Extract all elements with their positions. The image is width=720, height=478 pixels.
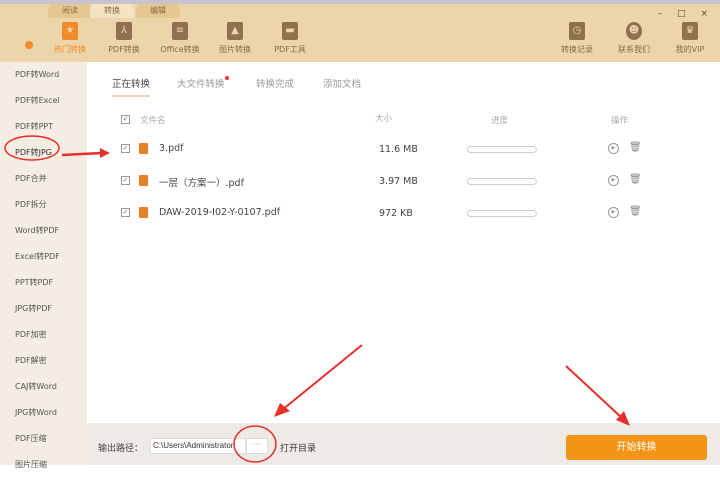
notification-dot: [224, 76, 229, 80]
pdf-icon: ⅄: [116, 22, 132, 40]
browse-button[interactable]: ···: [246, 438, 268, 454]
tool-label: 我的VIP: [675, 45, 705, 54]
tool-contact[interactable]: ☻ 联系我们: [606, 22, 662, 55]
file-name: 3.pdf: [159, 143, 184, 154]
history-icon: ◷: [569, 22, 585, 40]
col-progress: 进度: [491, 116, 509, 126]
output-path-input[interactable]: C:\Users\Administrator: [150, 438, 246, 454]
tool-history[interactable]: ◷ 转换记录: [549, 22, 605, 55]
progress-bar: [467, 210, 537, 217]
sidebar-item[interactable]: JPG转Word: [0, 400, 87, 426]
document-icon: ≡: [172, 22, 188, 40]
pdf-file-icon: [139, 175, 148, 186]
tab-edit[interactable]: 编辑: [136, 4, 180, 18]
file-row: ✓ DAW-2019-I02-Y-0107.pdf 972 KB ▶ 🗑: [87, 204, 720, 224]
sidebar-item[interactable]: PDF加密: [0, 322, 87, 348]
sidebar-item[interactable]: Word转PDF: [0, 218, 87, 244]
col-actions: 操作: [611, 116, 629, 126]
file-checkbox[interactable]: ✓: [121, 144, 130, 153]
trash-icon[interactable]: 🗑: [629, 206, 642, 217]
main-panel: 正在转换 大文件转换 转换完成 添加文档 ✓ 文件名 大小 进度 操作 ✓ 3.p…: [87, 62, 720, 423]
file-size: 11.6 MB: [379, 144, 418, 155]
tab-convert[interactable]: 转换: [90, 4, 134, 18]
play-icon[interactable]: ▶: [608, 175, 619, 186]
support-icon: ☻: [626, 22, 642, 40]
tool-label: Office转换: [160, 45, 200, 54]
play-icon[interactable]: ▶: [608, 207, 619, 218]
trash-icon[interactable]: 🗑: [629, 142, 642, 153]
tool-label: PDF转换: [108, 45, 140, 54]
window-controls[interactable]: – □ ×: [658, 9, 714, 19]
bottom-bar: 输出路径： C:\Users\Administrator ··· 打开目录 开始…: [87, 423, 720, 465]
tool-label: PDF工具: [274, 45, 306, 54]
sidebar: PDF转Word PDF转Excel PDF转PPT PDF转JPG PDF合并 PDF拆…: [0, 62, 87, 469]
sidebar-item[interactable]: PDF转Excel: [0, 88, 87, 114]
file-checkbox[interactable]: ✓: [121, 176, 130, 185]
sidebar-item[interactable]: PDF转PPT: [0, 114, 87, 140]
sidebar-item[interactable]: PPT转PDF: [0, 270, 87, 296]
tool-label: 热门转换: [54, 45, 86, 54]
file-size: 972 KB: [379, 208, 413, 219]
file-size: 3.97 MB: [379, 176, 418, 187]
sidebar-item[interactable]: PDF压缩: [0, 426, 87, 452]
crown-icon: ♛: [682, 22, 698, 40]
trash-icon[interactable]: 🗑: [629, 174, 642, 185]
tab-add-document[interactable]: 添加文档: [323, 76, 361, 90]
sidebar-item[interactable]: PDF合并: [0, 166, 87, 192]
tool-vip[interactable]: ♛ 我的VIP: [662, 22, 718, 55]
pdf-file-icon: [139, 143, 148, 154]
tab-label: 大文件转换: [177, 79, 225, 90]
tab-converting[interactable]: 正在转换: [112, 76, 151, 97]
play-icon[interactable]: ▶: [608, 143, 619, 154]
toolbar-header: 阅读 转换 编辑 ★ 热门转换 ⅄ PDF转换 ≡ Office转换 ▲ 图片转换 ▬ P…: [0, 4, 720, 62]
sidebar-item[interactable]: Excel转PDF: [0, 244, 87, 270]
col-size: 大小: [375, 114, 393, 124]
tool-label: 联系我们: [618, 45, 650, 54]
tab-large-file[interactable]: 大文件转换: [177, 76, 229, 90]
sidebar-item[interactable]: 图片压缩: [0, 452, 87, 478]
pdf-file-icon: [139, 207, 148, 218]
file-name: 一层（方案一）.pdf: [159, 178, 244, 189]
file-row: ✓ 3.pdf 11.6 MB ▶ 🗑: [87, 140, 720, 160]
open-directory-link[interactable]: 打开目录: [280, 441, 316, 454]
file-row: ✓ 一层（方案一）.pdf 3.97 MB ▶ 🗑: [87, 172, 720, 192]
tool-label: 图片转换: [219, 45, 251, 54]
logo-icon: [25, 41, 33, 49]
col-name: 文件名: [140, 116, 166, 126]
sidebar-item[interactable]: JPG转PDF: [0, 296, 87, 322]
tool-office-convert[interactable]: ≡ Office转换: [152, 22, 208, 55]
start-convert-button[interactable]: 开始转换: [566, 435, 707, 460]
tool-hot-convert[interactable]: ★ 热门转换: [42, 22, 98, 55]
tab-completed[interactable]: 转换完成: [256, 76, 294, 90]
file-name: DAW-2019-I02-Y-0107.pdf: [159, 207, 281, 218]
tool-pdf-tools[interactable]: ▬ PDF工具: [262, 22, 318, 55]
sidebar-item[interactable]: CAJ转Word: [0, 374, 87, 400]
progress-bar: [467, 178, 537, 185]
image-icon: ▲: [227, 22, 243, 40]
sidebar-item[interactable]: PDF转Word: [0, 62, 87, 88]
tab-read[interactable]: 阅读: [48, 4, 92, 18]
select-all-checkbox[interactable]: ✓: [121, 115, 130, 124]
sidebar-item[interactable]: PDF解密: [0, 348, 87, 374]
file-checkbox[interactable]: ✓: [121, 208, 130, 217]
tool-label: 转换记录: [561, 45, 593, 54]
toolbox-icon: ▬: [282, 22, 298, 40]
tool-image-convert[interactable]: ▲ 图片转换: [207, 22, 263, 55]
sidebar-item[interactable]: PDF转JPG: [0, 140, 87, 166]
output-path-label: 输出路径：: [98, 444, 144, 454]
tool-pdf-convert[interactable]: ⅄ PDF转换: [96, 22, 152, 55]
star-doc-icon: ★: [62, 22, 78, 40]
sidebar-item[interactable]: PDF拆分: [0, 192, 87, 218]
progress-bar: [467, 146, 537, 153]
